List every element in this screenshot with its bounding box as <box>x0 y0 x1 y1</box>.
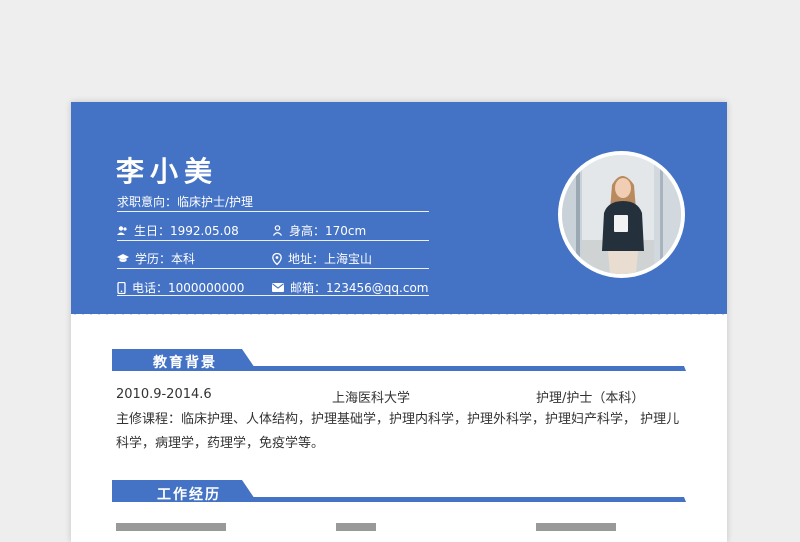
education-courses: 主修课程：临床护理、人体结构，护理基础学，护理内科学，护理外科学，护理妇产科学，… <box>116 412 680 451</box>
resume-header: 李小美 求职意向：临床护士/护理 生日：1992.05.08 身高：170cm … <box>71 102 727 314</box>
user-icon <box>117 226 127 235</box>
graduation-cap-icon <box>117 254 129 262</box>
email-field: 邮箱：123456@qq.com <box>272 279 429 296</box>
height-field: 身高：170cm <box>272 222 366 239</box>
birthday-field: 生日：1992.05.08 <box>117 222 239 239</box>
resume-page: 李小美 求职意向：临床护士/护理 生日：1992.05.08 身高：170cm … <box>71 102 727 542</box>
work-row-partial <box>336 520 376 535</box>
address-field: 地址：上海宝山 <box>272 250 372 267</box>
height-text: 身高：170cm <box>289 224 367 238</box>
work-section-title: 工作经历 <box>157 487 221 503</box>
education-school: 上海医科大学 <box>332 391 411 406</box>
education-section-title: 教育背景 <box>153 355 217 371</box>
person-icon <box>273 225 282 236</box>
education-period: 2010.9-2014.6 <box>116 387 212 402</box>
profile-photo-frame <box>558 151 685 278</box>
envelope-icon <box>272 283 284 292</box>
candidate-name: 李小美 <box>116 155 219 188</box>
work-row-partial <box>536 520 616 535</box>
job-objective: 求职意向：临床护士/护理 <box>117 195 254 209</box>
phone-icon <box>117 281 126 294</box>
work-row-partial <box>116 520 226 535</box>
phone-text: 电话：1000000000 <box>132 281 245 295</box>
birthday-text: 生日：1992.05.08 <box>134 224 239 238</box>
phone-field: 电话：1000000000 <box>117 279 244 296</box>
divider <box>117 295 429 296</box>
profile-photo <box>562 155 681 274</box>
divider <box>117 268 429 269</box>
address-text: 地址：上海宝山 <box>288 252 373 266</box>
location-pin-icon <box>272 252 282 265</box>
education-text: 学历：本科 <box>135 252 196 266</box>
divider <box>117 211 429 212</box>
education-major: 护理/护士（本科） <box>536 391 645 406</box>
email-text: 邮箱：123456@qq.com <box>290 281 429 295</box>
divider <box>117 240 429 241</box>
education-field: 学历：本科 <box>117 250 195 267</box>
zigzag-edge <box>71 308 727 315</box>
